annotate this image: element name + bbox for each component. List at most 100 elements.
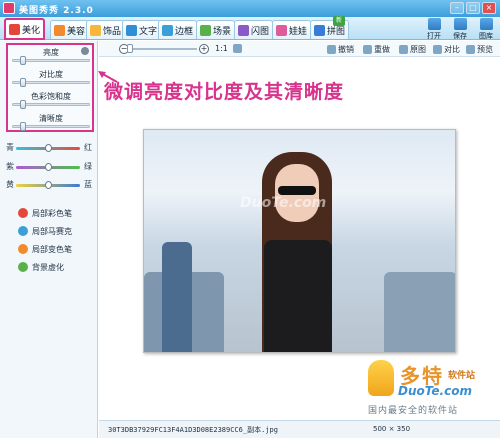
tab-frames[interactable]: 边框 xyxy=(158,20,198,39)
photo-crowd-right xyxy=(384,272,455,352)
window-controls: – □ × xyxy=(450,2,496,14)
cyan-red-row: 青 红 xyxy=(6,142,92,154)
fit-window-icon xyxy=(233,44,242,53)
undo-label: 撤销 xyxy=(338,45,354,54)
undo-icon xyxy=(327,45,336,54)
green-label: 绿 xyxy=(84,162,92,171)
redo-icon xyxy=(363,45,372,54)
main-toolbar: 美化 美容 饰品 文字 边框 场景 闪图 娃娃 拼图 新 打开 保存 图库 xyxy=(0,16,500,41)
actual-size-button[interactable]: 1:1 xyxy=(215,44,228,53)
tab-beautify[interactable]: 美化 xyxy=(4,18,46,40)
local-tools-list: 局部彩色笔 局部马赛克 局部变色笔 背景虚化 xyxy=(18,204,72,276)
edited-photo[interactable]: DuoTe.com xyxy=(143,129,456,353)
tab-text[interactable]: 文字 xyxy=(122,20,162,39)
window-title: 美图秀秀 2.3.0 xyxy=(19,6,94,16)
flash-icon xyxy=(238,24,249,36)
logo-tagline: 国内最安全的软件站 xyxy=(368,406,459,416)
local-mosaic-tool[interactable]: 局部马赛克 xyxy=(18,222,72,240)
blue-label: 蓝 xyxy=(84,180,92,189)
compare-icon xyxy=(433,45,442,54)
tool-label: 背景虚化 xyxy=(32,262,64,272)
cyan-red-slider[interactable] xyxy=(16,144,80,152)
compare-label: 对比 xyxy=(444,45,460,54)
background-blur-tool[interactable]: 背景虚化 xyxy=(18,258,72,276)
zoom-slider[interactable] xyxy=(129,48,197,50)
color-pen-icon xyxy=(18,208,28,218)
preview-button[interactable]: 预览 xyxy=(466,44,493,55)
gallery-icon xyxy=(479,18,493,30)
logo-english: DuoTe.com xyxy=(398,384,472,398)
close-icon[interactable]: × xyxy=(482,2,496,14)
tab-makeup[interactable]: 美容 xyxy=(50,20,90,39)
beautify-icon xyxy=(9,23,20,35)
tab-scenes[interactable]: 场景 xyxy=(196,20,236,39)
brightness-row: 亮度 xyxy=(10,47,92,67)
brightness-thumb[interactable] xyxy=(20,56,26,65)
minimize-icon[interactable]: – xyxy=(450,2,464,14)
photo-black-top xyxy=(264,240,332,352)
tab-doll[interactable]: 娃娃 xyxy=(272,20,312,39)
contrast-slider[interactable] xyxy=(12,78,90,87)
saturation-slider[interactable] xyxy=(12,100,90,109)
maximize-icon[interactable]: □ xyxy=(466,2,480,14)
undo-button[interactable]: 撤销 xyxy=(327,44,354,55)
preview-label: 预览 xyxy=(477,45,493,54)
save-icon xyxy=(453,18,467,30)
save-button[interactable]: 保存 xyxy=(450,18,470,41)
purple-label: 紫 xyxy=(6,162,14,171)
purple-green-row: 紫 绿 xyxy=(6,161,92,173)
app-logo-icon xyxy=(3,2,15,14)
original-label: 原图 xyxy=(410,45,426,54)
tab-label: 文字 xyxy=(139,26,158,37)
purple-green-thumb[interactable] xyxy=(45,163,52,171)
sharpness-row: 清晰度 xyxy=(10,113,92,133)
yellow-blue-thumb[interactable] xyxy=(45,181,52,189)
local-color-pen-tool[interactable]: 局部彩色笔 xyxy=(18,204,72,222)
mosaic-icon xyxy=(18,226,28,236)
brightness-slider[interactable] xyxy=(12,56,90,65)
new-badge: 新 xyxy=(333,16,345,26)
zoom-in-icon[interactable]: + xyxy=(199,44,209,54)
photo-watermark: DuoTe.com xyxy=(240,195,327,211)
tool-label: 局部马赛克 xyxy=(32,226,72,236)
photo-sunglasses xyxy=(278,186,316,195)
redo-button[interactable]: 重做 xyxy=(363,44,390,55)
open-label: 打开 xyxy=(427,32,441,40)
tab-label: 美化 xyxy=(22,25,41,36)
zoom-thumb[interactable] xyxy=(127,44,133,53)
compare-button[interactable]: 对比 xyxy=(433,44,460,55)
yellow-blue-slider[interactable] xyxy=(16,181,80,189)
contrast-row: 对比度 xyxy=(10,69,92,89)
makeup-icon xyxy=(54,24,65,36)
tab-flash[interactable]: 闪图 xyxy=(234,20,274,39)
local-recolor-pen-tool[interactable]: 局部变色笔 xyxy=(18,240,72,258)
fit-window-button[interactable] xyxy=(233,44,242,53)
sharpness-slider[interactable] xyxy=(12,122,90,131)
cyan-red-thumb[interactable] xyxy=(45,144,52,152)
purple-green-slider[interactable] xyxy=(16,163,80,171)
red-label: 红 xyxy=(84,143,92,152)
tab-label: 闪图 xyxy=(251,26,270,37)
title-bar: 美图秀秀 2.3.0 – □ × xyxy=(0,0,500,17)
tab-decorations[interactable]: 饰品 xyxy=(86,20,126,39)
photo-person-blue xyxy=(162,242,192,352)
zoom-bar: − + 1:1 撤销 重做 原图 对比 预览 xyxy=(99,41,500,57)
callout-text: 微调亮度对比度及其清晰度 xyxy=(104,81,345,103)
contrast-thumb[interactable] xyxy=(20,78,26,87)
recolor-pen-icon xyxy=(18,244,28,254)
open-folder-icon xyxy=(427,18,441,30)
gallery-label: 图库 xyxy=(479,32,493,40)
tool-label: 局部变色笔 xyxy=(32,244,72,254)
original-button[interactable]: 原图 xyxy=(399,44,426,55)
gallery-button[interactable]: 图库 xyxy=(476,18,496,41)
sharpness-thumb[interactable] xyxy=(20,122,26,131)
decorations-icon xyxy=(90,24,101,36)
saturation-thumb[interactable] xyxy=(20,100,26,109)
yellow-label: 黄 xyxy=(6,180,14,189)
tab-label: 饰品 xyxy=(103,26,122,37)
open-button[interactable]: 打开 xyxy=(424,18,444,41)
tool-label: 局部彩色笔 xyxy=(32,208,72,218)
mascot-icon xyxy=(368,360,394,396)
blur-icon xyxy=(18,262,28,272)
collage-icon xyxy=(314,24,325,36)
